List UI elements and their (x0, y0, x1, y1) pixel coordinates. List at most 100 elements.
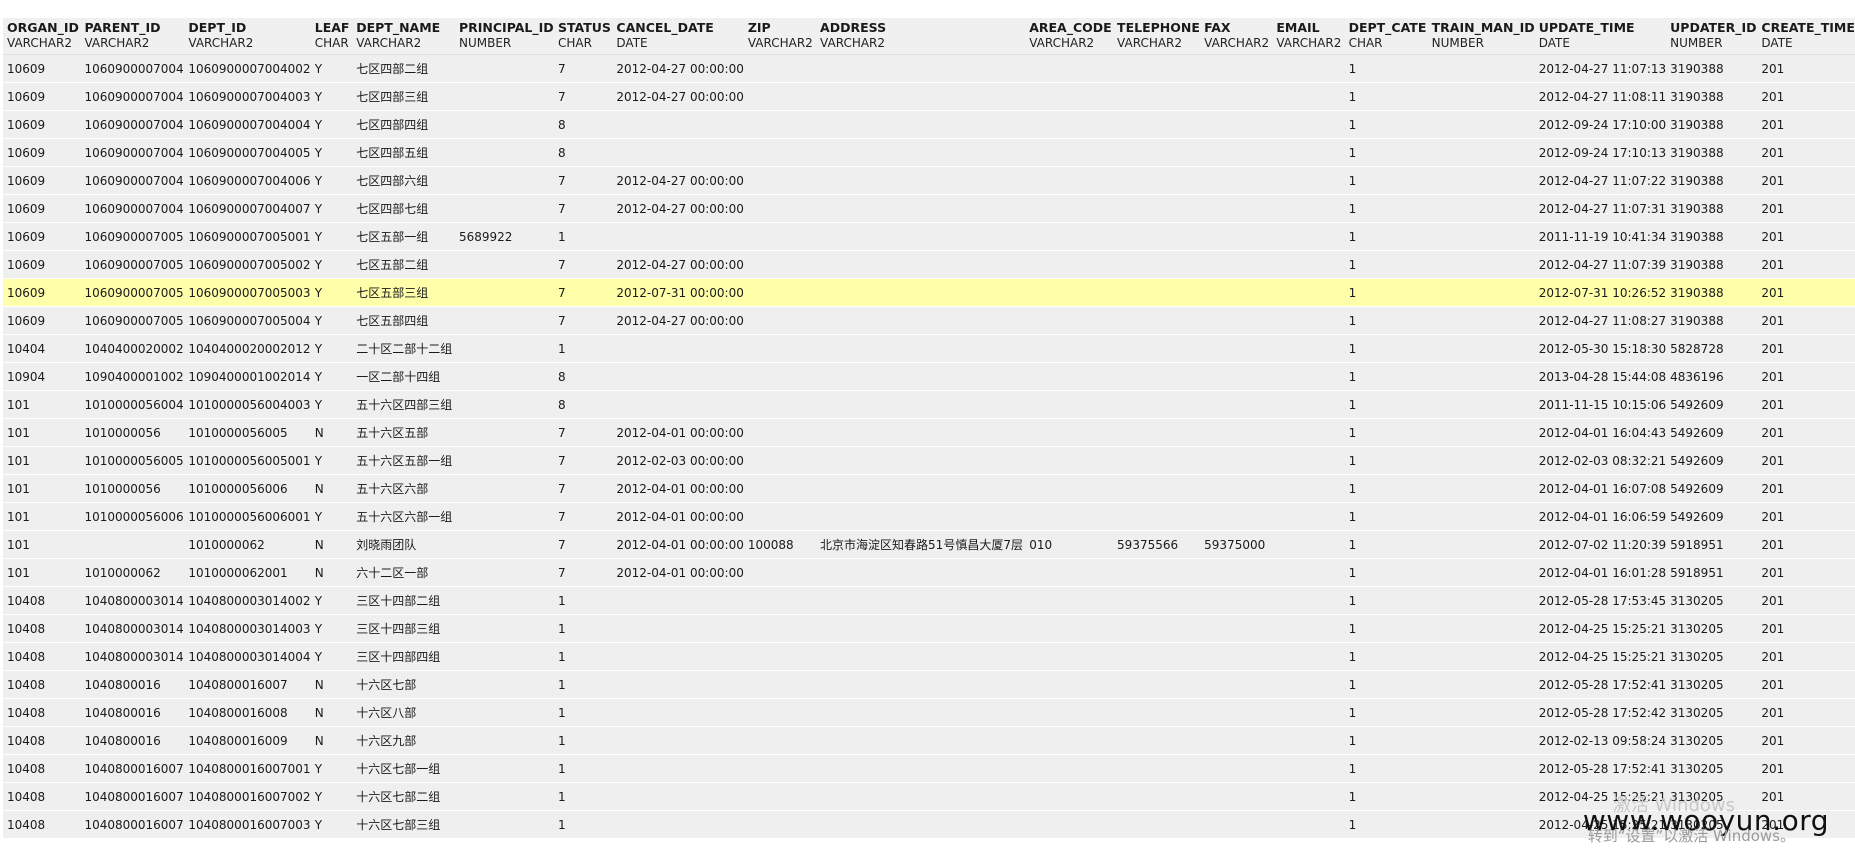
cell-parent-id[interactable]: 1040800016007 (80, 754, 185, 783)
cell-updater-id[interactable]: 3190388 (1666, 194, 1758, 223)
cell-cancel-date[interactable] (612, 670, 744, 699)
cell-updater-id[interactable]: 3130205 (1666, 726, 1758, 755)
cell-area-code[interactable] (1025, 194, 1114, 223)
cell-area-code[interactable]: 010 (1025, 530, 1114, 559)
cell-updater-id[interactable]: 3130205 (1666, 754, 1758, 783)
column-header-fax[interactable]: FAX VARCHAR2 (1200, 18, 1273, 55)
cell-leaf[interactable]: Y (310, 362, 353, 391)
cell-email[interactable] (1272, 698, 1345, 727)
cell-leaf[interactable]: Y (310, 138, 353, 167)
table-row[interactable]: 101 1010000056006 1010000056006001 Y 五十六区六部一… (3, 502, 1855, 531)
cell-organ-id[interactable]: 101 (3, 558, 81, 587)
cell-principal-id[interactable] (454, 558, 554, 587)
cell-cancel-date[interactable] (612, 726, 744, 755)
cell-email[interactable] (1272, 782, 1345, 811)
cell-leaf[interactable]: Y (310, 334, 353, 363)
cell-address[interactable] (816, 614, 1026, 643)
cell-train-man-id[interactable] (1427, 754, 1535, 783)
cell-status[interactable]: 1 (553, 614, 613, 643)
cell-dept-name[interactable]: 刘晓雨团队 (352, 530, 455, 559)
cell-area-code[interactable] (1025, 222, 1114, 251)
cell-principal-id[interactable] (454, 446, 554, 475)
cell-leaf[interactable]: N (310, 698, 353, 727)
cell-fax[interactable] (1200, 390, 1273, 419)
cell-train-man-id[interactable] (1427, 558, 1535, 587)
cell-zip[interactable] (743, 166, 817, 195)
cell-principal-id[interactable] (454, 138, 554, 167)
cell-dept-name[interactable]: 五十六区五部一组 (352, 446, 455, 475)
cell-dept-id[interactable]: 1010000056006001 (184, 502, 311, 531)
cell-principal-id[interactable] (454, 642, 554, 671)
cell-organ-id[interactable]: 10408 (3, 614, 81, 643)
cell-email[interactable] (1272, 446, 1345, 475)
cell-organ-id[interactable]: 101 (3, 502, 81, 531)
cell-parent-id[interactable]: 1060900007005 (80, 278, 185, 307)
cell-dept-cate[interactable]: 1 (1344, 670, 1428, 699)
cell-fax[interactable] (1200, 306, 1273, 335)
cell-area-code[interactable] (1025, 390, 1114, 419)
cell-address[interactable] (816, 586, 1026, 615)
cell-dept-name[interactable]: 二十区二部十二组 (352, 334, 455, 363)
cell-email[interactable] (1272, 502, 1345, 531)
cell-zip[interactable] (743, 418, 817, 447)
cell-create-time[interactable]: 201 (1757, 222, 1855, 251)
cell-principal-id[interactable] (454, 670, 554, 699)
cell-area-code[interactable] (1025, 82, 1114, 111)
cell-update-time[interactable]: 2012-07-02 11:20:39 (1534, 530, 1667, 559)
cell-status[interactable]: 1 (553, 782, 613, 811)
cell-dept-cate[interactable]: 1 (1344, 754, 1428, 783)
cell-cancel-date[interactable] (612, 586, 744, 615)
cell-principal-id[interactable] (454, 782, 554, 811)
cell-create-time[interactable]: 201 (1757, 138, 1855, 167)
cell-dept-id[interactable]: 1060900007005002 (184, 250, 311, 279)
cell-create-time[interactable]: 201 (1757, 390, 1855, 419)
cell-address[interactable] (816, 446, 1026, 475)
cell-cancel-date[interactable]: 2012-04-01 00:00:00 (612, 474, 744, 503)
cell-status[interactable]: 1 (553, 754, 613, 783)
cell-parent-id[interactable]: 1040800016 (80, 670, 185, 699)
cell-organ-id[interactable]: 10408 (3, 586, 81, 615)
cell-status[interactable]: 7 (553, 306, 613, 335)
table-row[interactable]: 101 1010000062 N 刘晓雨团队 7 2012-04-01 00:00:00 1… (3, 530, 1855, 559)
cell-organ-id[interactable]: 10408 (3, 810, 81, 839)
cell-create-time[interactable]: 201 (1757, 306, 1855, 335)
cell-dept-cate[interactable]: 1 (1344, 82, 1428, 111)
cell-update-time[interactable]: 2011-11-19 10:41:34 (1534, 222, 1667, 251)
cell-update-time[interactable]: 2012-05-28 17:52:41 (1534, 670, 1667, 699)
cell-telephone[interactable] (1113, 418, 1201, 447)
cell-status[interactable]: 7 (553, 194, 613, 223)
cell-telephone[interactable] (1113, 306, 1201, 335)
table-row[interactable]: 10609 1060900007004 1060900007004003 Y 七区四部三… (3, 82, 1855, 111)
cell-email[interactable] (1272, 222, 1345, 251)
cell-train-man-id[interactable] (1427, 642, 1535, 671)
table-row[interactable]: 10609 1060900007004 1060900007004007 Y 七区四部七… (3, 194, 1855, 223)
cell-updater-id[interactable]: 5492609 (1666, 502, 1758, 531)
cell-principal-id[interactable]: 5689922 (454, 222, 554, 251)
cell-organ-id[interactable]: 10609 (3, 306, 81, 335)
cell-cancel-date[interactable] (612, 222, 744, 251)
cell-telephone[interactable] (1113, 670, 1201, 699)
cell-address[interactable] (816, 670, 1026, 699)
cell-parent-id[interactable]: 1060900007004 (80, 166, 185, 195)
cell-email[interactable] (1272, 642, 1345, 671)
cell-dept-name[interactable]: 十六区七部二组 (352, 782, 455, 811)
cell-train-man-id[interactable] (1427, 54, 1535, 83)
cell-dept-id[interactable]: 1010000056005 (184, 418, 311, 447)
cell-parent-id[interactable]: 1060900007004 (80, 110, 185, 139)
cell-dept-name[interactable]: 十六区七部一组 (352, 754, 455, 783)
cell-create-time[interactable]: 201 (1757, 754, 1855, 783)
cell-status[interactable]: 7 (553, 278, 613, 307)
cell-dept-name[interactable]: 七区五部一组 (352, 222, 455, 251)
cell-fax[interactable] (1200, 782, 1273, 811)
cell-email[interactable] (1272, 558, 1345, 587)
cell-area-code[interactable] (1025, 614, 1114, 643)
cell-zip[interactable] (743, 698, 817, 727)
cell-dept-id[interactable]: 1060900007005004 (184, 306, 311, 335)
cell-dept-cate[interactable]: 1 (1344, 222, 1428, 251)
cell-status[interactable]: 8 (553, 110, 613, 139)
cell-update-time[interactable]: 2012-05-28 17:52:41 (1534, 754, 1667, 783)
cell-updater-id[interactable]: 5828728 (1666, 334, 1758, 363)
cell-email[interactable] (1272, 278, 1345, 307)
cell-train-man-id[interactable] (1427, 362, 1535, 391)
cell-leaf[interactable]: Y (310, 390, 353, 419)
